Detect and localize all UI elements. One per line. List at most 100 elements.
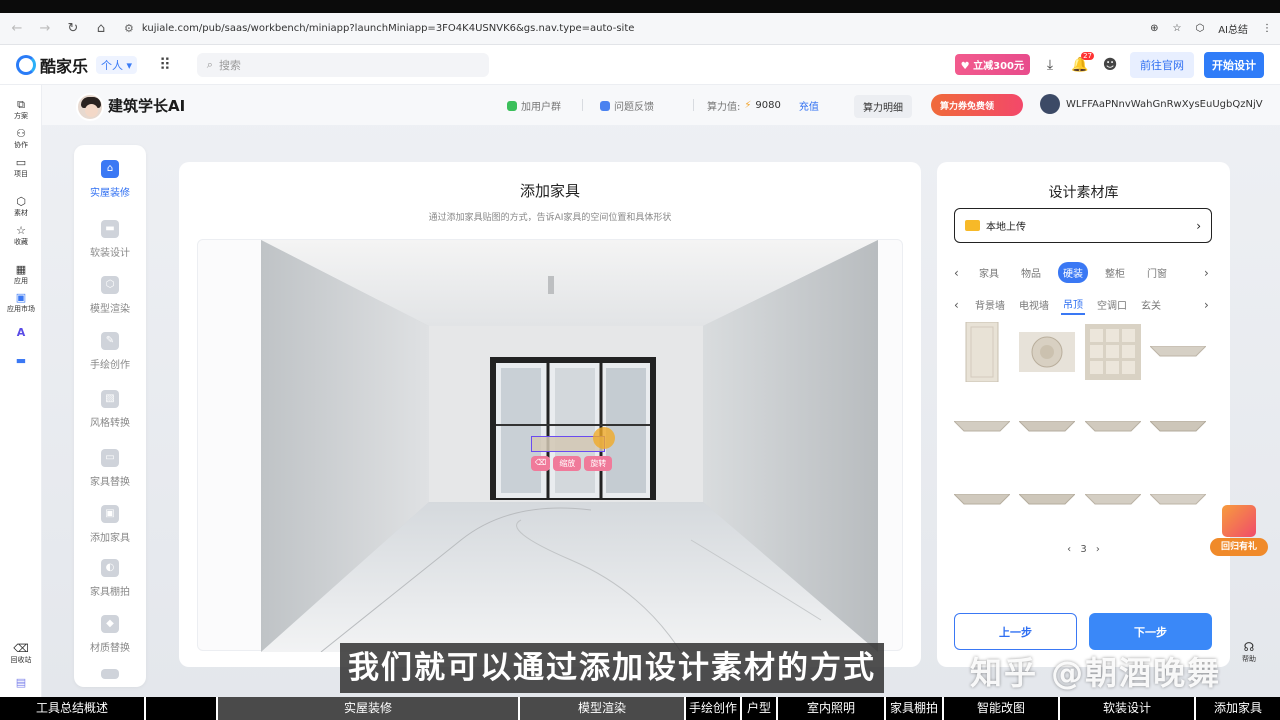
- more-menu-icon[interactable]: ⋮: [1262, 23, 1272, 34]
- join-group-link[interactable]: 加用户群: [507, 98, 561, 113]
- chapter-segment-current[interactable]: 实屋装修: [218, 697, 520, 720]
- material-thumb[interactable]: [1085, 470, 1141, 530]
- category-tab[interactable]: 门窗: [1142, 262, 1172, 283]
- forward-icon[interactable]: →: [36, 20, 54, 38]
- download-icon[interactable]: ⤓: [1040, 57, 1060, 73]
- bell-icon[interactable]: 🔔 27: [1070, 51, 1094, 73]
- site-info-icon[interactable]: ⚙: [124, 22, 134, 35]
- chapter-segment[interactable]: 工具总结概述: [0, 697, 146, 720]
- search-input[interactable]: ⌕ 搜索: [196, 52, 489, 77]
- chevron-right-icon[interactable]: ›: [1204, 266, 1218, 280]
- rail-item-market[interactable]: ▣ 应用市场: [0, 292, 42, 314]
- ceiling-strip-thumb: [1019, 421, 1075, 432]
- material-thumb[interactable]: [1150, 397, 1206, 457]
- material-thumb[interactable]: [1150, 470, 1206, 530]
- page-prev-icon[interactable]: ‹: [1067, 544, 1071, 555]
- function-item-more[interactable]: [74, 669, 146, 685]
- chapter-segment-blank[interactable]: [146, 697, 218, 720]
- function-item-add-furniture[interactable]: ▣ 添加家具: [74, 505, 146, 544]
- material-thumb[interactable]: [954, 322, 1010, 382]
- user-avatar[interactable]: [1040, 94, 1060, 114]
- page-next-icon[interactable]: ›: [1096, 544, 1100, 555]
- material-thumb[interactable]: [1019, 470, 1075, 530]
- subcategory-tab[interactable]: 背景墙: [973, 295, 1007, 314]
- function-item-soft-design[interactable]: ▬ 软装设计: [74, 220, 146, 259]
- coupon-button[interactable]: 算力券免费领: [931, 94, 1023, 116]
- material-thumb[interactable]: [1019, 322, 1075, 382]
- function-item-hand-draw[interactable]: ✎ 手绘创作: [74, 332, 146, 371]
- chapter-segment[interactable]: 户型: [742, 697, 778, 720]
- function-item-model-render[interactable]: ⬡ 模型渲染: [74, 276, 146, 315]
- subcategory-tab-active[interactable]: 吊顶: [1061, 294, 1085, 315]
- chevron-left-icon[interactable]: ‹: [954, 298, 968, 312]
- rail-item-collapse[interactable]: ▤: [0, 677, 42, 689]
- url-text[interactable]: kujiale.com/pub/saas/workbench/miniapp?l…: [142, 23, 635, 34]
- category-tab[interactable]: 整柜: [1100, 262, 1130, 283]
- app-grid-icon[interactable]: ⠿: [159, 55, 171, 74]
- chapter-segment[interactable]: 软装设计: [1060, 697, 1196, 720]
- material-thumb[interactable]: [954, 470, 1010, 530]
- return-gift-widget[interactable]: 回归有礼: [1210, 505, 1268, 557]
- ai-summary-button[interactable]: AI总结: [1218, 21, 1248, 36]
- chevron-left-icon[interactable]: ‹: [954, 266, 968, 280]
- home-icon[interactable]: ⌂: [92, 20, 110, 38]
- chapter-segment[interactable]: 智能改图: [944, 697, 1060, 720]
- rail-item-project[interactable]: ▭ 项目: [0, 157, 42, 179]
- category-tab[interactable]: 家具: [974, 262, 1004, 283]
- rail-item-ext-app[interactable]: ▬: [0, 355, 42, 367]
- coupon-label: 算力券免费领: [940, 101, 995, 112]
- material-thumb[interactable]: [954, 397, 1010, 457]
- rail-item-material[interactable]: ⬡ 素材: [0, 196, 42, 218]
- material-thumb[interactable]: [1150, 322, 1206, 382]
- help-button[interactable]: ☊ 帮助: [1236, 640, 1262, 664]
- prev-step-button[interactable]: 上一步: [954, 613, 1077, 650]
- subcategory-tab[interactable]: 电视墙: [1017, 295, 1051, 314]
- promo-badge[interactable]: ♥ 立减300元: [954, 54, 1030, 75]
- scale-button[interactable]: 缩放: [553, 456, 582, 471]
- reload-icon[interactable]: ↻: [64, 20, 82, 38]
- chapter-segment[interactable]: 模型渲染: [520, 697, 686, 720]
- chapter-segment[interactable]: 手绘创作: [686, 697, 742, 720]
- function-item-furniture-shoot[interactable]: ◐ 家具棚拍: [74, 559, 146, 598]
- room-photo-canvas[interactable]: ⌫ 缩放 旋转: [261, 240, 878, 652]
- rail-item-collab[interactable]: ⚇ 协作: [0, 128, 42, 150]
- extensions-icon[interactable]: ⬡: [1195, 23, 1204, 34]
- material-thumb[interactable]: [1019, 397, 1075, 457]
- rotate-handle-icon[interactable]: [593, 427, 615, 449]
- rail-item-favorite[interactable]: ☆ 收藏: [0, 225, 42, 247]
- next-step-button[interactable]: 下一步: [1089, 613, 1212, 650]
- address-bar[interactable]: ⚙ kujiale.com/pub/saas/workbench/miniapp…: [120, 18, 1140, 40]
- delete-sticker-icon[interactable]: ⌫: [531, 456, 551, 471]
- back-icon[interactable]: ←: [8, 20, 26, 38]
- rail-item-ai-app[interactable]: A: [0, 327, 42, 339]
- power-detail-button[interactable]: 算力明细: [854, 95, 912, 118]
- feedback-link[interactable]: 问题反馈: [600, 98, 654, 113]
- material-thumb[interactable]: [1085, 322, 1141, 382]
- bookmark-star-icon[interactable]: ☆: [1173, 23, 1182, 34]
- material-thumb[interactable]: [1085, 397, 1141, 457]
- chevron-right-icon[interactable]: ›: [1204, 298, 1218, 312]
- function-item-style-transfer[interactable]: ▧ 风格转换: [74, 390, 146, 429]
- rail-item-plan[interactable]: ⧉ 方案: [0, 99, 42, 121]
- category-tab-active[interactable]: 硬装: [1058, 262, 1088, 283]
- subcategory-tab[interactable]: 空调口: [1095, 295, 1129, 314]
- function-item-furniture-replace[interactable]: ▭ 家具替换: [74, 449, 146, 488]
- rail-item-trash[interactable]: ⌫ 回收站: [0, 643, 42, 665]
- zoom-icon[interactable]: ⊕: [1150, 23, 1158, 34]
- chapter-segment[interactable]: 家具棚拍: [886, 697, 944, 720]
- chapter-segment[interactable]: 室内照明: [778, 697, 886, 720]
- subcategory-tab[interactable]: 玄关: [1139, 295, 1163, 314]
- function-item-house-renovation[interactable]: ⌂ 实屋装修: [74, 160, 146, 199]
- official-site-button[interactable]: 前往官网: [1130, 51, 1194, 78]
- function-item-material-replace[interactable]: ◆ 材质替换: [74, 615, 146, 654]
- category-tab[interactable]: 物品: [1016, 262, 1046, 283]
- start-design-button[interactable]: 开始设计: [1204, 51, 1264, 78]
- rail-item-apps[interactable]: ▦ 应用: [0, 264, 42, 286]
- local-upload-button[interactable]: 本地上传 ›: [954, 208, 1212, 243]
- brand-logo[interactable]: 酷家乐: [16, 53, 88, 77]
- rotate-button[interactable]: 旋转: [584, 456, 613, 471]
- chapter-segment[interactable]: 添加家具: [1196, 697, 1280, 720]
- recharge-link[interactable]: 充值: [799, 98, 819, 113]
- robot-icon[interactable]: ☻: [1100, 57, 1120, 73]
- account-type-dropdown[interactable]: 个人 ▾: [96, 55, 138, 74]
